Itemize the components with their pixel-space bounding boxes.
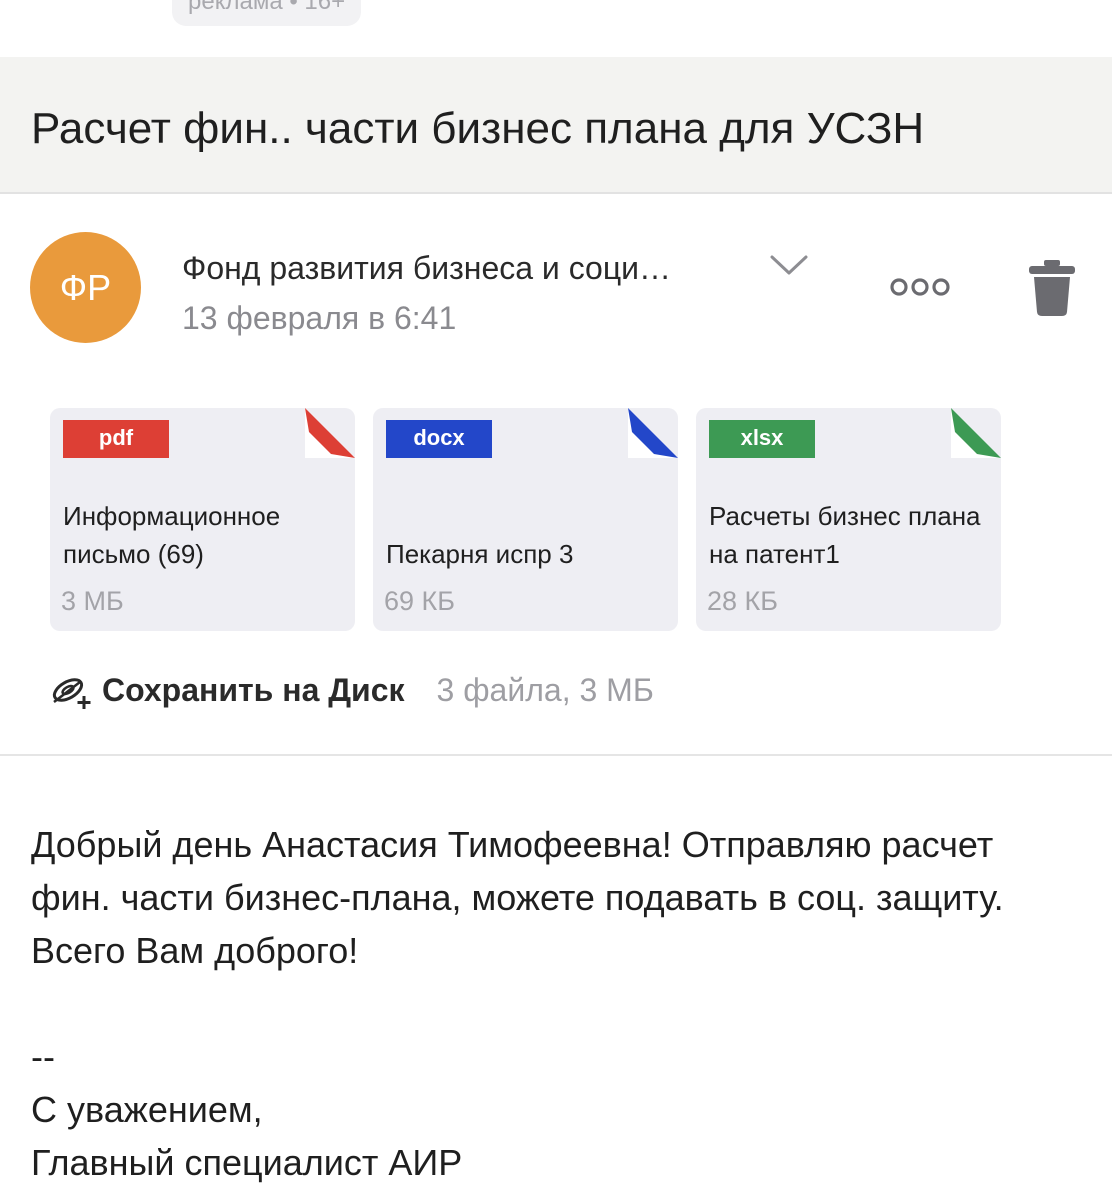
expand-sender-button[interactable] [766,248,812,282]
email-body: Добрый день Анастасия Тимофеевна! Отправ… [31,818,1081,1189]
trash-icon [1029,260,1075,316]
ad-label[interactable]: реклама • 16+ [172,0,362,26]
attachment-size: 28 КБ [707,586,778,616]
attachments-summary: 3 файла, 3 МБ [436,671,654,708]
body-greeting: Добрый день Анастасия Тимофеевна! Отправ… [31,824,1004,971]
email-subject: Расчет фин.. части бизнес плана для УСЗН [31,104,925,153]
folded-corner-icon [951,408,1001,458]
disk-save-icon[interactable] [50,670,96,710]
sender-name[interactable]: Фонд развития бизнеса и соци… [182,248,671,288]
more-icon [890,278,950,296]
signature-position: Главный специалист АИР [31,1142,463,1183]
folded-corner-icon [628,408,678,458]
divider [0,754,1112,756]
attachment-docx[interactable]: docx Пекарня испр 3 69 КБ [373,408,678,631]
more-button[interactable] [888,270,952,304]
save-to-disk-row: Сохранить на Диск 3 файла, 3 МБ [50,668,654,712]
chevron-down-icon [770,255,808,275]
ad-strip: реклама • 16+ [0,0,1112,56]
attachment-xlsx[interactable]: xlsx Расчеты бизнес плана на патент1 28 … [696,408,1001,631]
folded-corner-icon [305,408,355,458]
attachment-size: 3 МБ [61,586,124,616]
delete-button[interactable] [1026,258,1078,318]
attachment-pdf[interactable]: pdf Информационное письмо (69) 3 МБ [50,408,355,631]
attachment-name: Информационное письмо (69) [63,501,281,569]
save-to-disk-button[interactable]: Сохранить на Диск [102,672,405,709]
attachment-name: Пекарня испр 3 [386,539,574,569]
signature-separator: -- [31,1036,55,1077]
attachment-size: 69 КБ [384,586,455,616]
file-type-badge: docx [386,420,492,458]
email-date: 13 февраля в 6:41 [182,300,457,336]
file-type-badge: xlsx [709,420,815,458]
sender-avatar[interactable]: ФР [30,232,141,343]
attachment-name: Расчеты бизнес плана на патент1 [709,501,981,569]
signature-regards: С уважением, [31,1089,263,1130]
file-type-badge: pdf [63,420,169,458]
